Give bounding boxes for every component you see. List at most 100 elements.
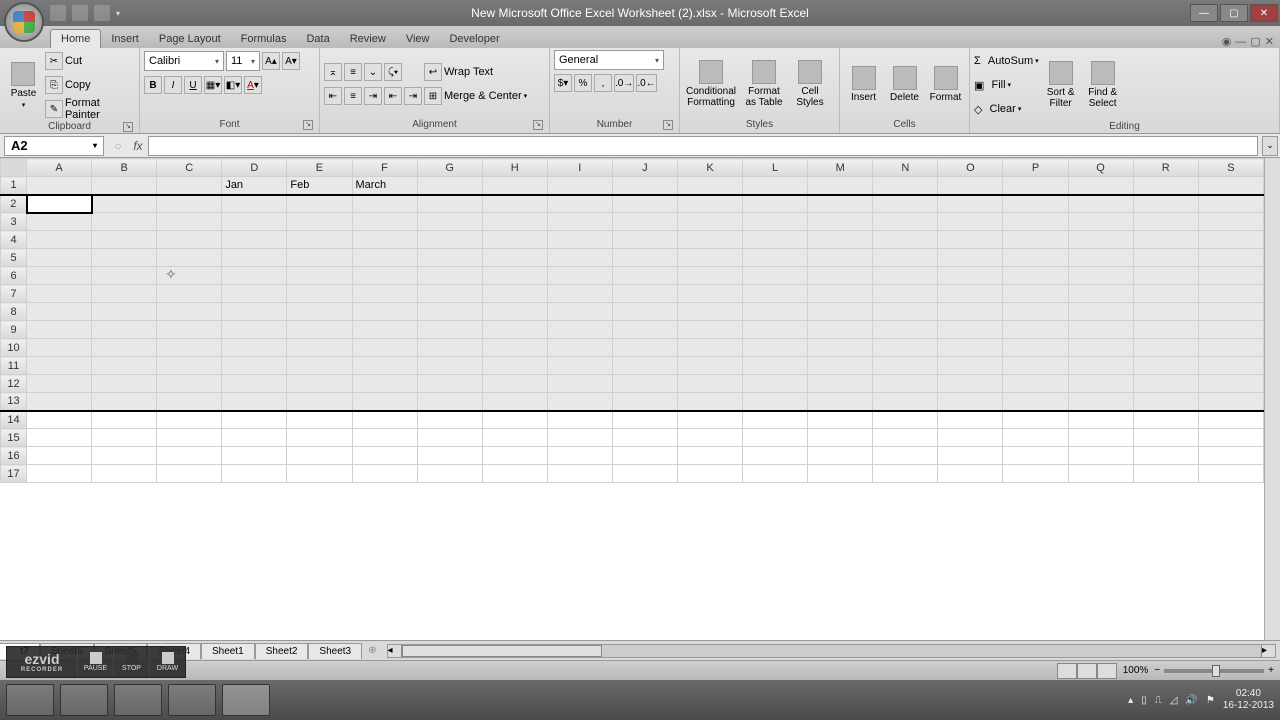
sheet-tab-sheet2[interactable]: Sheet2	[255, 643, 309, 659]
cell-Q12[interactable]	[1068, 375, 1133, 393]
cell-I9[interactable]	[547, 321, 612, 339]
cell-K15[interactable]	[677, 429, 742, 447]
row-header-2[interactable]: 2	[1, 195, 27, 213]
tray-battery-icon[interactable]: ▯	[1141, 695, 1147, 706]
cell-K16[interactable]	[677, 447, 742, 465]
row-header-15[interactable]: 15	[1, 429, 27, 447]
alignment-dialog-launcher[interactable]: ↘	[533, 120, 543, 130]
row-header-16[interactable]: 16	[1, 447, 27, 465]
cell-D9[interactable]	[222, 321, 287, 339]
cell-D5[interactable]	[222, 249, 287, 267]
cell-I15[interactable]	[547, 429, 612, 447]
cell-J8[interactable]	[612, 303, 677, 321]
cell-H9[interactable]	[482, 321, 547, 339]
cell-E2[interactable]	[287, 195, 352, 213]
cell-H6[interactable]	[482, 267, 547, 285]
cell-A14[interactable]	[27, 411, 92, 429]
ezvid-draw-button[interactable]: DRAW	[149, 647, 185, 677]
maximize-button[interactable]: ▢	[1220, 4, 1248, 22]
cell-M10[interactable]	[808, 339, 873, 357]
cell-J10[interactable]	[612, 339, 677, 357]
taskbar-clock[interactable]: 02:40 16-12-2013	[1223, 688, 1274, 712]
cell-F9[interactable]	[352, 321, 417, 339]
row-header-6[interactable]: 6	[1, 267, 27, 285]
cell-L4[interactable]	[743, 231, 808, 249]
row-header-4[interactable]: 4	[1, 231, 27, 249]
cell-O7[interactable]	[938, 285, 1003, 303]
sort-filter-button[interactable]: Sort & Filter	[1041, 59, 1081, 111]
cell-I5[interactable]	[547, 249, 612, 267]
cell-N17[interactable]	[873, 465, 938, 483]
cell-O8[interactable]	[938, 303, 1003, 321]
cell-A12[interactable]	[27, 375, 92, 393]
cell-J4[interactable]	[612, 231, 677, 249]
column-header-R[interactable]: R	[1133, 159, 1198, 177]
column-header-F[interactable]: F	[352, 159, 417, 177]
cell-N15[interactable]	[873, 429, 938, 447]
cell-E4[interactable]	[287, 231, 352, 249]
cell-S7[interactable]	[1198, 285, 1263, 303]
cell-D14[interactable]	[222, 411, 287, 429]
new-sheet-button[interactable]: ⊕	[362, 643, 382, 659]
cell-C6[interactable]	[157, 267, 222, 285]
doc-close-icon[interactable]: ✕	[1265, 35, 1274, 48]
cell-G12[interactable]	[417, 375, 482, 393]
cell-K10[interactable]	[677, 339, 742, 357]
cell-I1[interactable]	[547, 177, 612, 195]
cell-P7[interactable]	[1003, 285, 1068, 303]
cell-O10[interactable]	[938, 339, 1003, 357]
cell-R2[interactable]	[1133, 195, 1198, 213]
cell-E14[interactable]	[287, 411, 352, 429]
horizontal-scrollbar[interactable]: ◂ ▸	[387, 644, 1276, 658]
cell-M8[interactable]	[808, 303, 873, 321]
cell-N13[interactable]	[873, 393, 938, 411]
cell-C9[interactable]	[157, 321, 222, 339]
taskbar-chrome-icon[interactable]	[168, 684, 216, 716]
cell-H12[interactable]	[482, 375, 547, 393]
cell-K17[interactable]	[677, 465, 742, 483]
cell-H5[interactable]	[482, 249, 547, 267]
cell-G6[interactable]	[417, 267, 482, 285]
tray-wifi-icon[interactable]: ◿	[1170, 695, 1178, 706]
cell-L16[interactable]	[743, 447, 808, 465]
column-header-S[interactable]: S	[1198, 159, 1263, 177]
align-left-button[interactable]: ⇤	[324, 87, 342, 105]
cell-A7[interactable]	[27, 285, 92, 303]
page-break-view-button[interactable]	[1097, 663, 1117, 679]
cell-A6[interactable]	[27, 267, 92, 285]
row-header-3[interactable]: 3	[1, 213, 27, 231]
cell-H4[interactable]	[482, 231, 547, 249]
cell-P3[interactable]	[1003, 213, 1068, 231]
cell-R12[interactable]	[1133, 375, 1198, 393]
cell-Q14[interactable]	[1068, 411, 1133, 429]
cell-C4[interactable]	[157, 231, 222, 249]
cell-Q15[interactable]	[1068, 429, 1133, 447]
increase-font-button[interactable]: A▴	[262, 52, 280, 70]
sheet-tab-sheet1[interactable]: Sheet1	[201, 643, 255, 659]
formula-input[interactable]	[148, 136, 1258, 156]
copy-button[interactable]: ⎘Copy	[45, 74, 135, 96]
cell-D13[interactable]	[222, 393, 287, 411]
cell-G1[interactable]	[417, 177, 482, 195]
align-center-button[interactable]: ≡	[344, 87, 362, 105]
taskbar-explorer-icon[interactable]	[60, 684, 108, 716]
cell-I16[interactable]	[547, 447, 612, 465]
cell-O6[interactable]	[938, 267, 1003, 285]
cell-H14[interactable]	[482, 411, 547, 429]
delete-cells-button[interactable]: Delete	[885, 64, 924, 105]
cell-A8[interactable]	[27, 303, 92, 321]
cell-S6[interactable]	[1198, 267, 1263, 285]
cell-L8[interactable]	[743, 303, 808, 321]
cell-H1[interactable]	[482, 177, 547, 195]
column-header-C[interactable]: C	[157, 159, 222, 177]
cell-S8[interactable]	[1198, 303, 1263, 321]
cell-Q8[interactable]	[1068, 303, 1133, 321]
cell-J14[interactable]	[612, 411, 677, 429]
decrease-decimal-button[interactable]: .0←	[636, 74, 656, 92]
select-all-button[interactable]	[1, 159, 27, 177]
tray-expand-icon[interactable]: ▴	[1128, 695, 1133, 706]
normal-view-button[interactable]	[1057, 663, 1077, 679]
cell-C10[interactable]	[157, 339, 222, 357]
cell-R6[interactable]	[1133, 267, 1198, 285]
cell-P13[interactable]	[1003, 393, 1068, 411]
